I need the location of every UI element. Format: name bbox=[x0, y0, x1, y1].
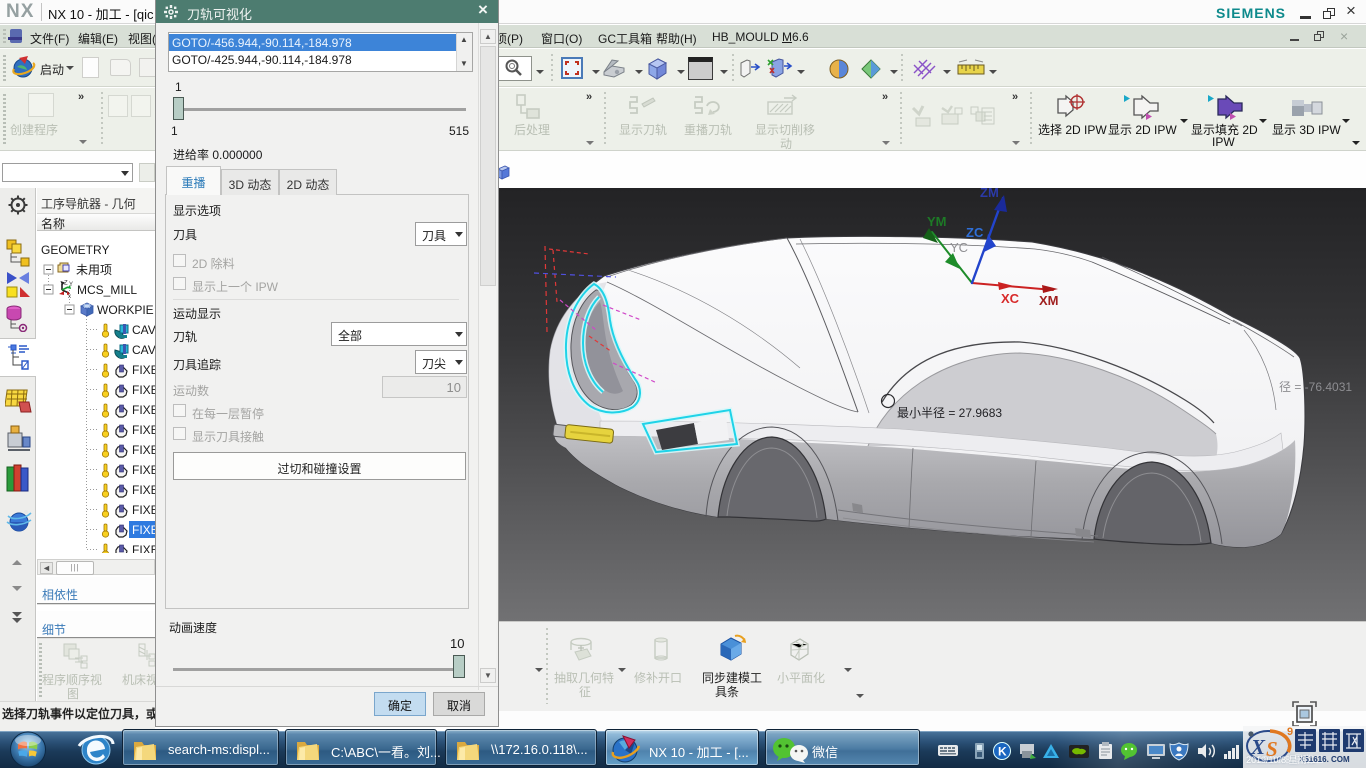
svg-text:Z: Z bbox=[64, 281, 68, 287]
svg-text:WORKPIE: WORKPIE bbox=[97, 303, 154, 317]
svg-text:FIXE: FIXE bbox=[132, 403, 155, 417]
svg-text:FIXE: FIXE bbox=[132, 383, 155, 397]
svg-text:YC: YC bbox=[950, 240, 968, 255]
svg-text:Y: Y bbox=[69, 282, 73, 288]
svg-text:FIXE: FIXE bbox=[132, 503, 155, 517]
svg-text:CAV: CAV bbox=[132, 343, 155, 357]
svg-text:XC: XC bbox=[1001, 291, 1020, 306]
svg-text:GEOMETRY: GEOMETRY bbox=[41, 243, 109, 257]
svg-text:ZC: ZC bbox=[966, 225, 984, 240]
svg-text:x: x bbox=[68, 294, 71, 300]
svg-text:MCS_MILL: MCS_MILL bbox=[77, 283, 137, 297]
svg-text:径 = -76.4031: 径 = -76.4031 bbox=[1279, 380, 1352, 394]
svg-text:XM: XM bbox=[1039, 293, 1059, 308]
svg-text:CAV: CAV bbox=[132, 323, 155, 337]
svg-text:FIXE: FIXE bbox=[132, 443, 155, 457]
svg-text:K: K bbox=[998, 745, 1007, 759]
svg-text:YM: YM bbox=[927, 214, 947, 229]
svg-text:FIXE: FIXE bbox=[132, 523, 155, 537]
svg-text:未用项: 未用项 bbox=[76, 263, 112, 277]
svg-text:FIXE: FIXE bbox=[132, 543, 155, 553]
svg-text:FIXE: FIXE bbox=[132, 423, 155, 437]
svg-text:ZM: ZM bbox=[980, 188, 999, 200]
svg-text:最小半径 = 27.9683: 最小半径 = 27.9683 bbox=[897, 406, 1002, 420]
svg-text:FIXE: FIXE bbox=[132, 483, 155, 497]
svg-text:FIXE: FIXE bbox=[132, 463, 155, 477]
svg-text:FIXE: FIXE bbox=[132, 363, 155, 377]
